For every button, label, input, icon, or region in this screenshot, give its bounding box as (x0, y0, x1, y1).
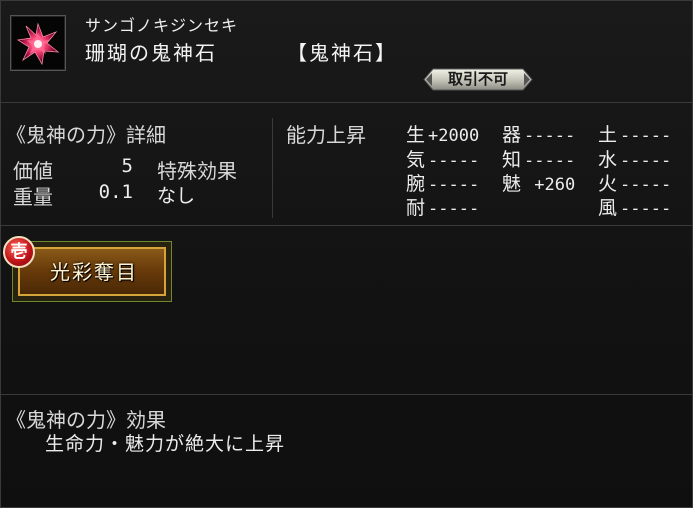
stat-value: ----- (428, 199, 480, 219)
column-divider (272, 118, 273, 218)
item-furigana: サンゴノキジンセキ (85, 16, 239, 35)
stat-strength: 腕 ----- (406, 169, 479, 196)
weight-amount: 0.1 (98, 181, 133, 203)
special-effect-value: なし (157, 185, 196, 207)
skill-button[interactable]: 光彩奪目 (12, 241, 172, 302)
stat-value: ----- (428, 151, 480, 171)
red-crystal-flower-icon (16, 22, 60, 66)
skill-name: 光彩奪目 (50, 260, 138, 284)
stat-name: 土 (598, 124, 618, 146)
effect-description: 生命力・魅力が絶大に上昇 (45, 433, 286, 455)
stat-value: ----- (620, 151, 672, 171)
stat-spirit: 気 ----- (406, 145, 479, 172)
stat-name: 生 (406, 124, 426, 146)
stat-value: +2000 (428, 126, 480, 146)
divider (1, 225, 692, 226)
stat-value: +260 (524, 175, 576, 195)
weight-label: 重量 (13, 185, 53, 209)
details-title: 《鬼神の力》詳細 (6, 123, 166, 147)
value-amount: 5 (121, 155, 133, 177)
stat-value: ----- (620, 175, 672, 195)
stat-water: 水 ----- (598, 145, 671, 172)
divider (1, 102, 692, 103)
stat-earth: 土 ----- (598, 120, 671, 147)
stat-value: ----- (524, 126, 576, 146)
trade-status-label: 取引不可 (447, 70, 508, 88)
stat-dexterity: 器 ----- (502, 120, 575, 147)
item-icon (10, 15, 66, 71)
stat-name: 器 (502, 124, 522, 146)
stat-value: ----- (620, 199, 672, 219)
stat-name: 腕 (406, 173, 426, 195)
stat-fire: 火 ----- (598, 169, 671, 196)
divider (1, 394, 692, 395)
item-tooltip-panel: サンゴノキジンセキ 珊瑚の鬼神石 【鬼神石】 取引不可 《鬼神の力》詳細 価値 … (0, 0, 693, 508)
stat-value: ----- (428, 175, 480, 195)
skill-button-frame: 光彩奪目 (18, 247, 166, 296)
stat-name: 耐 (406, 197, 426, 219)
trade-status-badge: 取引不可 (423, 68, 533, 91)
special-effect-label: 特殊効果 (157, 159, 237, 183)
item-name: 珊瑚の鬼神石 (85, 41, 217, 65)
stat-endurance: 耐 ----- (406, 193, 479, 220)
ability-title: 能力上昇 (286, 123, 366, 147)
value-label: 価値 (13, 159, 53, 183)
stat-value: ----- (620, 126, 672, 146)
stat-name: 気 (406, 149, 426, 171)
stat-life: 生 +2000 (406, 120, 479, 147)
stat-name: 魅 (502, 173, 522, 195)
stat-charm: 魅 +260 (502, 169, 575, 196)
stat-name: 風 (598, 197, 618, 219)
rank-badge: 壱 (3, 236, 35, 268)
stat-name: 知 (502, 149, 522, 171)
stat-name: 火 (598, 173, 618, 195)
stat-value: ----- (524, 151, 576, 171)
item-type: 【鬼神石】 (287, 41, 397, 65)
stat-wind: 風 ----- (598, 193, 671, 220)
rank-label: 壱 (10, 242, 28, 262)
stat-intelligence: 知 ----- (502, 145, 575, 172)
stat-name: 水 (598, 149, 618, 171)
